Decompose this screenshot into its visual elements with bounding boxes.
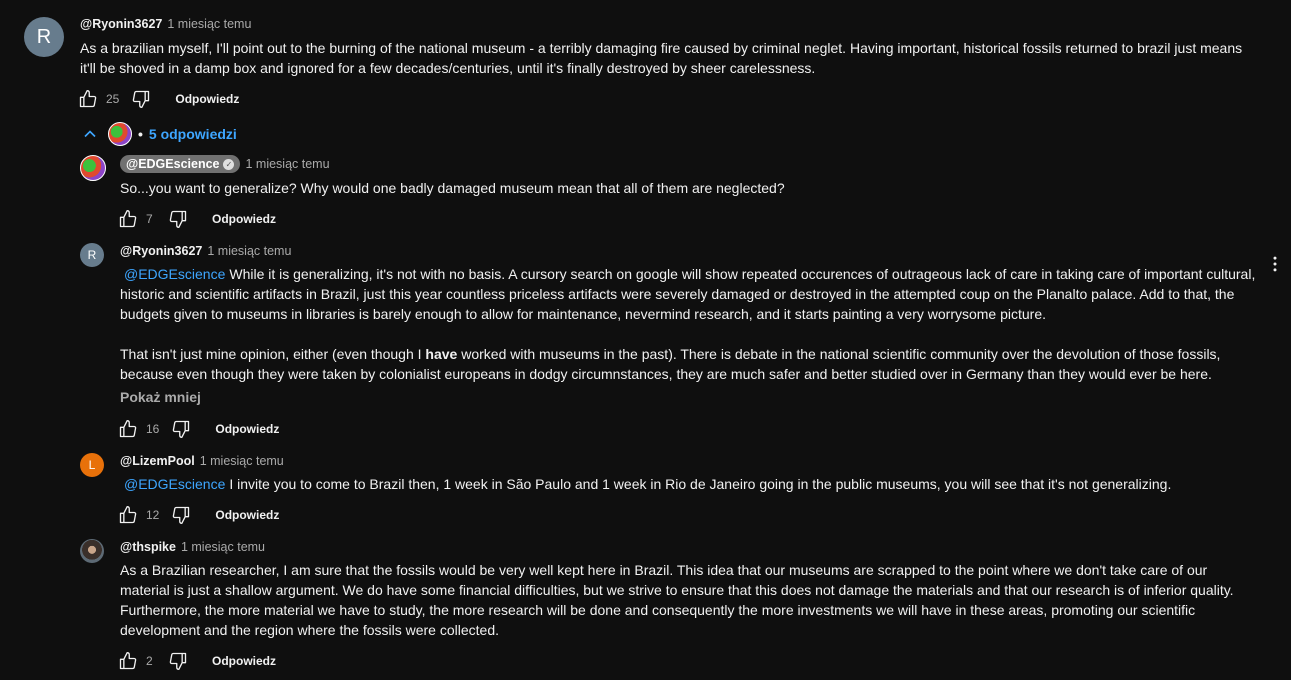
like-button[interactable]	[116, 417, 140, 441]
author-name[interactable]: @LizemPool	[120, 454, 195, 468]
reply-header: @EDGEscience ✓ 1 miesiąc temu	[120, 155, 330, 173]
author-name[interactable]: @Ryonin3627	[80, 17, 162, 31]
avatar[interactable]: R	[80, 243, 104, 267]
show-less-button[interactable]: Pokaż mniej	[120, 389, 201, 405]
thumbs-up-icon	[119, 420, 137, 438]
reply-button[interactable]: Odpowiedz	[215, 508, 279, 522]
comment-time[interactable]: 1 miesiąc temu	[167, 17, 251, 31]
reply-actions: 2 Odpowiedz	[116, 649, 276, 673]
avatar[interactable]: L	[80, 453, 104, 477]
creator-author-chip[interactable]: @EDGEscience ✓	[120, 155, 241, 173]
more-vert-icon	[1273, 256, 1277, 272]
reply-button[interactable]: Odpowiedz	[212, 654, 276, 668]
reply-actions: 16 Odpowiedz	[116, 417, 279, 441]
comment-time[interactable]: 1 miesiąc temu	[245, 157, 329, 171]
comment-text: As a brazilian myself, I'll point out to…	[80, 40, 1243, 76]
replies-toggle-button[interactable]: • 5 odpowiedzi	[80, 120, 237, 148]
thumbs-down-icon	[169, 210, 187, 228]
thumbs-down-icon	[169, 652, 187, 670]
thumbs-up-icon	[79, 90, 97, 108]
like-count: 25	[106, 92, 120, 106]
reply-button[interactable]: Odpowiedz	[212, 212, 276, 226]
author-name[interactable]: @thspike	[120, 540, 176, 554]
like-count: 2	[146, 654, 153, 668]
chevron-up-icon	[84, 130, 96, 138]
thumbs-down-icon	[133, 90, 150, 109]
like-button[interactable]	[116, 503, 140, 527]
reply-actions: 7 Odpowiedz	[116, 207, 276, 231]
dislike-button[interactable]	[169, 503, 193, 527]
reply-button[interactable]: Odpowiedz	[215, 422, 279, 436]
dislike-button[interactable]	[169, 417, 193, 441]
more-actions-button[interactable]	[1263, 252, 1287, 276]
thumbs-up-icon	[119, 506, 137, 524]
replies-count-label: 5 odpowiedzi	[148, 126, 237, 142]
dislike-button[interactable]	[129, 87, 153, 111]
reply-actions: 12 Odpowiedz	[116, 503, 279, 527]
mention-link[interactable]: @EDGEscience	[120, 476, 225, 492]
comment-time[interactable]: 1 miesiąc temu	[207, 244, 291, 258]
reply-button[interactable]: Odpowiedz	[175, 92, 239, 106]
verified-check-icon: ✓	[223, 158, 235, 170]
dislike-button[interactable]	[166, 207, 190, 231]
like-button[interactable]	[76, 87, 100, 111]
comment-time[interactable]: 1 miesiąc temu	[200, 454, 284, 468]
dislike-button[interactable]	[166, 649, 190, 673]
comment-actions: 25 Odpowiedz	[76, 87, 239, 111]
thumbs-up-icon	[119, 652, 137, 670]
reply-text: @EDGEscience I invite you to come to Braz…	[120, 474, 1260, 494]
like-button[interactable]	[116, 649, 140, 673]
author-name[interactable]: @Ryonin3627	[120, 244, 202, 258]
reply-header: @LizemPool 1 miesiąc temu	[120, 454, 284, 468]
like-count: 7	[146, 212, 153, 226]
like-count: 16	[146, 422, 160, 436]
reply-text: As a Brazilian researcher, I am sure tha…	[120, 562, 1234, 638]
comments-section: R @Ryonin3627 1 miesiąc temu As a brazil…	[0, 0, 1291, 680]
reply-paragraph: @EDGEscience While it is generalizing, it…	[120, 266, 1256, 322]
creator-avatar-mini	[108, 122, 132, 146]
avatar[interactable]	[80, 539, 104, 563]
like-count: 12	[146, 508, 160, 522]
comment-header: @Ryonin3627 1 miesiąc temu	[80, 17, 251, 31]
reply-paragraph: That isn't just mine opinion, either (ev…	[120, 346, 1221, 382]
thumbs-up-icon	[119, 210, 137, 228]
reply-header: @thspike 1 miesiąc temu	[120, 540, 265, 554]
avatar[interactable]: R	[24, 17, 64, 57]
reply-text: @EDGEscience While it is generalizing, it…	[120, 264, 1260, 384]
avatar[interactable]	[80, 155, 106, 181]
like-button[interactable]	[116, 207, 140, 231]
reply-header: @Ryonin3627 1 miesiąc temu	[120, 244, 291, 258]
comment-time[interactable]: 1 miesiąc temu	[181, 540, 265, 554]
mention-link[interactable]: @EDGEscience	[120, 266, 225, 282]
thumbs-down-icon	[173, 420, 190, 438]
thumbs-down-icon	[173, 506, 190, 524]
reply-text: So...you want to generalize? Why would o…	[120, 180, 785, 196]
